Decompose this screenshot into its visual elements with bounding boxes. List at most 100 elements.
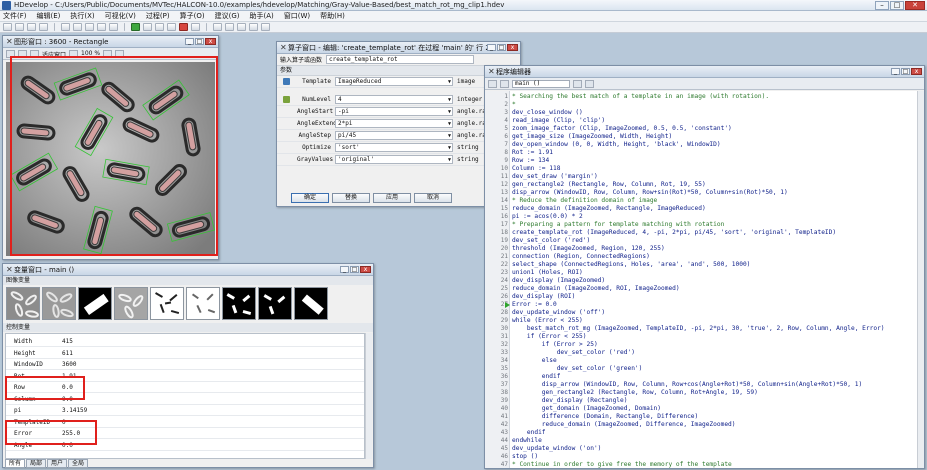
code-line[interactable]: 36 endif xyxy=(485,373,924,381)
code-line[interactable]: 7 dev_open_window (0, 0, Width, Height, '… xyxy=(485,141,924,149)
code-line[interactable]: 41 difference (Domain, Rectangle, Differ… xyxy=(485,413,924,421)
code-line[interactable]: 23 union1 (Holes, ROI) xyxy=(485,269,924,277)
cut-icon[interactable] xyxy=(85,23,94,31)
param-value-select[interactable]: -pi ▼ xyxy=(335,107,453,116)
chevron-down-icon[interactable]: ▼ xyxy=(448,78,451,86)
code-text[interactable]: * Searching the best match of a template… xyxy=(512,93,769,101)
procedure-settings-icon[interactable] xyxy=(573,79,582,88)
code-text[interactable]: if (Error < 255) xyxy=(512,333,587,341)
ok-button[interactable]: 确定 xyxy=(291,193,329,203)
code-text[interactable]: disp_arrow (WindowID, Row, Column, Row+c… xyxy=(512,381,862,389)
code-text[interactable]: connection (Region, ConnectedRegions) xyxy=(512,253,650,261)
code-text[interactable]: Rot := 1.91 xyxy=(512,149,553,157)
code-line[interactable]: 8 Rot := 1.91 xyxy=(485,149,924,157)
code-text[interactable]: zoom_image_factor (Clip, ImageZoomed, 0.… xyxy=(512,125,732,133)
maximize-icon[interactable]: □ xyxy=(890,1,904,10)
zoom-icon[interactable] xyxy=(30,49,39,58)
menu-suggestions[interactable]: 建议(G) xyxy=(215,11,240,21)
code-text[interactable]: dev_close_window () xyxy=(512,109,583,117)
code-line[interactable]: 19 dev_set_color ('red') xyxy=(485,237,924,245)
code-line[interactable]: 29 while (Error < 255) xyxy=(485,317,924,325)
print-icon[interactable] xyxy=(39,23,48,31)
code-line[interactable]: 4 read_image (Clip, 'clip') xyxy=(485,117,924,125)
code-text[interactable]: dev_update_window ('on') xyxy=(512,445,601,453)
menu-window[interactable]: 窗口(W) xyxy=(284,11,310,21)
step-into-icon[interactable] xyxy=(155,23,164,31)
code-line[interactable]: 46 stop () xyxy=(485,453,924,461)
code-line[interactable]: 39 dev_display (Rectangle) xyxy=(485,397,924,405)
code-line[interactable]: 2 * xyxy=(485,101,924,109)
code-text[interactable]: difference (Domain, Rectangle, Differenc… xyxy=(512,413,698,421)
redo-icon[interactable] xyxy=(73,23,82,31)
replace-button[interactable]: 替换 xyxy=(332,193,370,203)
code-text[interactable]: while (Error < 255) xyxy=(512,317,583,325)
code-line[interactable]: 33 dev_set_color ('red') xyxy=(485,349,924,357)
reset-icon[interactable] xyxy=(191,23,200,31)
paste-icon[interactable] xyxy=(109,23,118,31)
procedure-select[interactable]: main () xyxy=(512,79,570,88)
code-text[interactable]: dev_set_color ('red') xyxy=(512,349,635,357)
code-text[interactable]: reduce_domain (ImageZoomed, Difference, … xyxy=(512,421,736,429)
graphics-window-title-bar[interactable]: ✕ 图形窗口 : 3600 - Rectangle _ □ x xyxy=(3,36,218,48)
code-text[interactable]: read_image (Clip, 'clip') xyxy=(512,117,605,125)
help-icon[interactable] xyxy=(261,23,270,31)
maximize-icon[interactable]: □ xyxy=(350,266,359,273)
code-line[interactable]: 44 endwhile xyxy=(485,437,924,445)
pan-icon[interactable] xyxy=(103,49,113,58)
code-line[interactable]: 37 disp_arrow (WindowID, Row, Column, Ro… xyxy=(485,381,924,389)
maximize-icon[interactable]: □ xyxy=(195,38,204,45)
new-file-icon[interactable] xyxy=(3,23,12,31)
code-text[interactable]: select_shape (ConnectedRegions, Holes, '… xyxy=(512,261,750,269)
code-text[interactable]: get_image_size (ImageZoomed, Width, Heig… xyxy=(512,133,672,141)
code-text[interactable]: best_match_rot_mg (ImageZoomed, Template… xyxy=(512,325,885,333)
chevron-down-icon[interactable]: ▼ xyxy=(448,96,451,104)
thumbnail-rectangle[interactable] xyxy=(78,287,112,320)
code-text[interactable]: * xyxy=(512,101,516,109)
minimize-icon[interactable]: _ xyxy=(891,68,900,75)
code-line[interactable]: 16 pi := acos(0.0) * 2 xyxy=(485,213,924,221)
variable-window-title-bar[interactable]: ✕ 变量窗口 - main () _ □ x xyxy=(3,264,373,276)
param-value-select[interactable]: pi/45 ▼ xyxy=(335,131,453,140)
code-line[interactable]: 24 dev_display (ImageZoomed) xyxy=(485,277,924,285)
code-line[interactable]: 6 get_image_size (ImageZoomed, Width, Hei… xyxy=(485,133,924,141)
code-text[interactable]: union1 (Holes, ROI) xyxy=(512,269,583,277)
clear-window-icon[interactable] xyxy=(6,49,15,58)
code-line[interactable]: 35 dev_set_color ('green') xyxy=(485,365,924,373)
chevron-down-icon[interactable]: ▼ xyxy=(448,120,451,128)
back-icon[interactable] xyxy=(488,79,497,88)
code-line[interactable]: 40 get_domain (ImageZoomed, Domain) xyxy=(485,405,924,413)
tab-local[interactable]: 局部 xyxy=(26,459,47,468)
undo-icon[interactable] xyxy=(61,23,70,31)
variable-row[interactable]: Height 611 xyxy=(6,348,364,359)
step-over-icon[interactable] xyxy=(143,23,152,31)
code-text[interactable]: * Reduce the definition domain of image xyxy=(512,197,657,205)
settings-icon[interactable] xyxy=(115,49,125,58)
save-window-icon[interactable] xyxy=(18,49,27,58)
code-text[interactable]: if (Error > 25) xyxy=(512,341,598,349)
param-value-select[interactable]: 2*pi ▼ xyxy=(335,119,453,128)
save-icon[interactable] xyxy=(27,23,36,31)
code-line[interactable]: 43 endif xyxy=(485,429,924,437)
code-text[interactable]: dev_display (ImageZoomed) xyxy=(512,277,605,285)
code-line[interactable]: 26 dev_display (ROI) xyxy=(485,293,924,301)
code-line[interactable]: 10 Column := 118 xyxy=(485,165,924,173)
code-line[interactable]: 47 * Continue in order to give free the m… xyxy=(485,461,924,468)
variable-row[interactable]: Rot 1.91 xyxy=(6,371,364,382)
code-line[interactable]: 3 dev_close_window () xyxy=(485,109,924,117)
code-text[interactable]: create_template_rot (ImageReduced, 4, -p… xyxy=(512,229,836,237)
param-value-select[interactable]: 4 ▼ xyxy=(335,95,453,104)
chevron-down-icon[interactable]: ▼ xyxy=(448,108,451,116)
chevron-down-icon[interactable]: ▼ xyxy=(448,156,451,164)
code-line[interactable]: 22 select_shape (ConnectedRegions, Holes,… xyxy=(485,261,924,269)
tab-global[interactable]: 全局 xyxy=(68,459,89,468)
code-text[interactable]: dev_set_draw ('margin') xyxy=(512,173,598,181)
variable-row[interactable]: Width 415 xyxy=(6,336,364,347)
code-text[interactable]: endif xyxy=(512,429,546,437)
operator-window-title-bar[interactable]: ✕ 算子窗口 - 编辑: 'create_template_rot' 在过程 '… xyxy=(277,42,520,54)
fit-window-button[interactable]: 适应窗口 xyxy=(42,50,66,59)
close-icon[interactable]: x xyxy=(205,38,216,45)
code-text[interactable]: Row := 134 xyxy=(512,157,549,165)
code-text[interactable]: dev_display (ROI) xyxy=(512,293,575,301)
chevron-down-icon[interactable]: ▼ xyxy=(448,132,451,140)
code-line[interactable]: 38 gen_rectangle2 (Rectangle, Row, Colum… xyxy=(485,389,924,397)
